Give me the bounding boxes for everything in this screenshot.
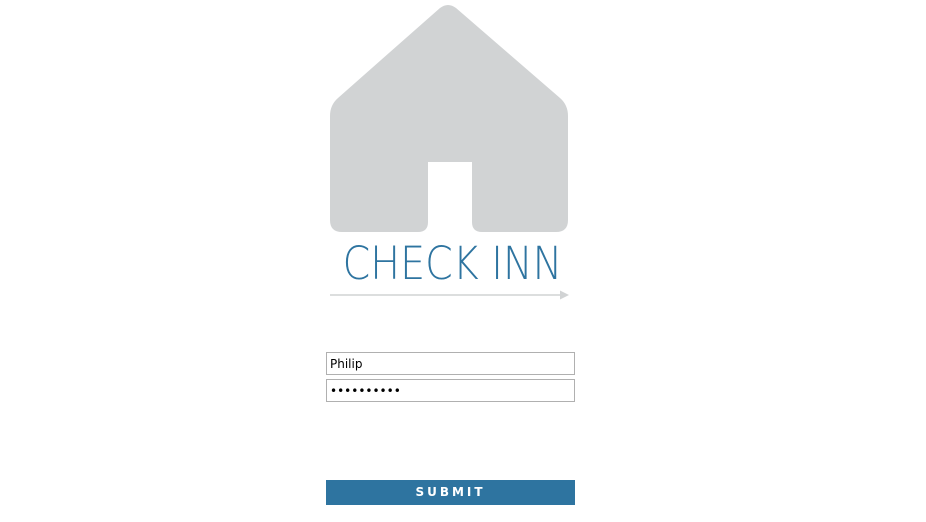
brand-name: CHECK INN	[342, 237, 563, 290]
submit-button[interactable]: SUBMIT	[326, 480, 575, 505]
arrow-right-icon	[330, 290, 569, 300]
username-field[interactable]	[326, 352, 575, 375]
password-field[interactable]	[326, 379, 575, 402]
house-icon	[330, 5, 568, 232]
app-logo: CHECK INN	[328, 4, 572, 304]
